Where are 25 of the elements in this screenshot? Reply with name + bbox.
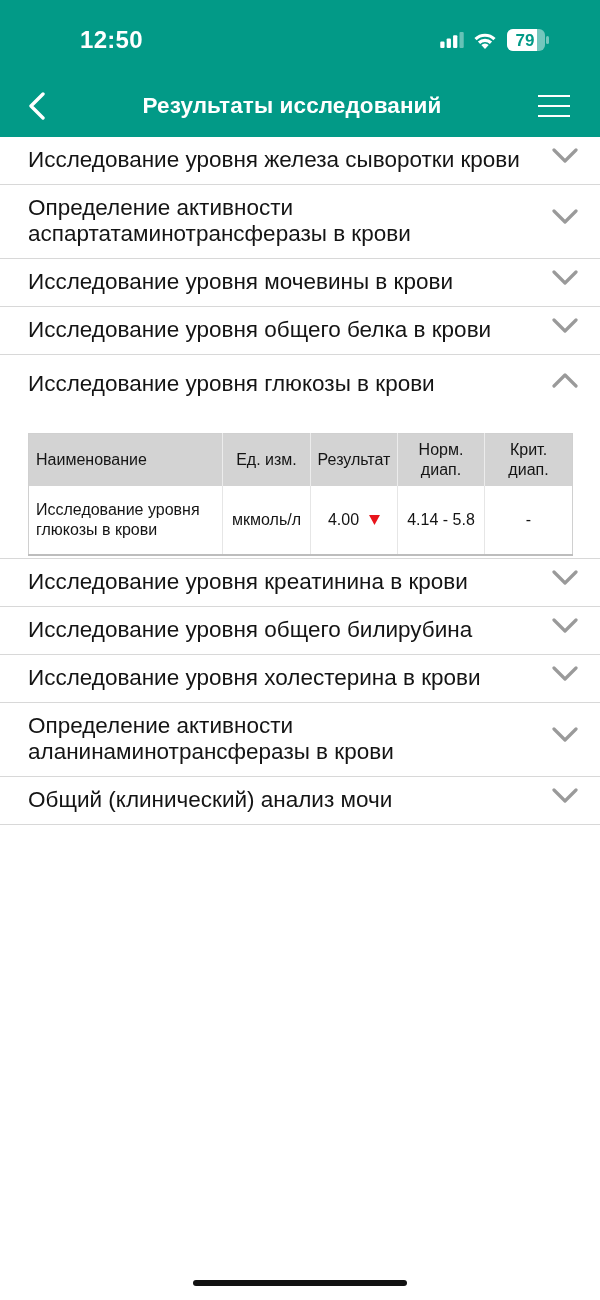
signal-icon [440,31,464,48]
accordion-header[interactable]: Определение активности аланинаминотрансферазы в крови [0,703,600,776]
table-header-cell: Ед. изм. [222,433,311,486]
accordion-header[interactable]: Общий (клинический) анализ мочи [0,777,600,824]
accordion-header[interactable]: Исследование уровня глюкозы в крови [0,355,600,411]
page-title: Результаты исследований [142,93,442,119]
accordion-header[interactable]: Исследование уровня общего билирубина [0,607,600,654]
status-time: 12:50 [80,25,143,54]
accordion-header[interactable]: Исследование уровня креатинина в крови [0,559,600,606]
table-cell: мкмоль/л [222,486,311,555]
table-cell: - [484,486,573,555]
table-cell: 4.14 - 5.8 [397,486,485,555]
accordion-header[interactable]: Исследование уровня железа сыворотки крови [0,137,600,184]
table-header-cell: Норм. диап. [397,433,485,486]
result-value: 4.00 [327,510,360,531]
table-header-cell: Наименование [28,433,223,486]
accordion-header[interactable]: Определение активности аспартатаминотрансферазы в крови [0,185,600,258]
menu-icon [538,95,570,117]
accordion-header[interactable]: Исследование уровня общего белка в крови [0,307,600,354]
table-header-cell: Результат [310,433,398,486]
table-header-cell: Крит. диап. [484,433,573,486]
table-cell: Исследование уровня глюкозы в крови [28,486,223,555]
back-icon [28,92,46,120]
accordion-header[interactable]: Исследование уровня мочевины в крови [0,259,600,306]
accordion-header[interactable]: Исследование уровня холестерина в крови [0,655,600,702]
